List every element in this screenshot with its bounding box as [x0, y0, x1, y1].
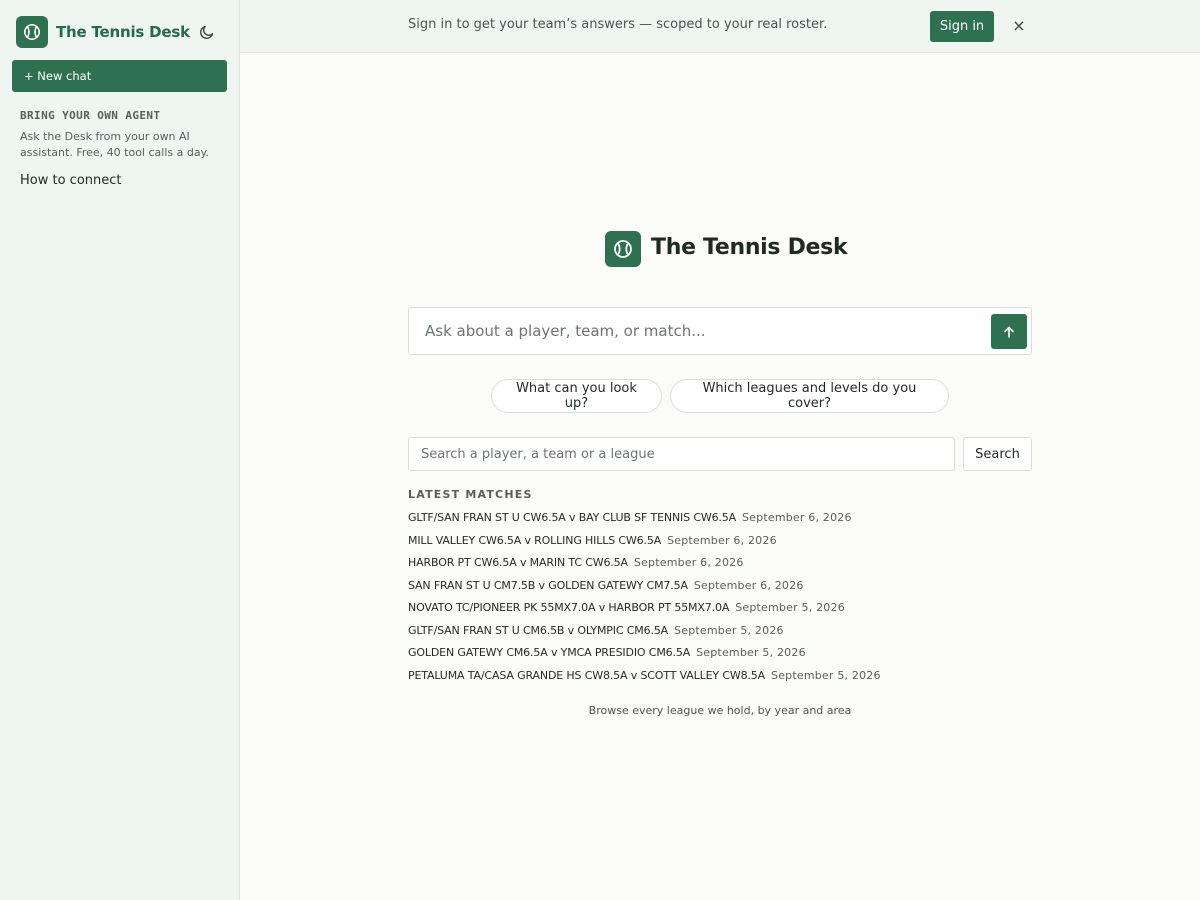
search-input[interactable]: [408, 437, 955, 471]
match-date: September 5, 2026: [771, 668, 881, 682]
moon-icon[interactable]: [198, 23, 216, 41]
agent-section-description: Ask the Desk from your own AI assistant.…: [20, 130, 210, 159]
sidebar-brand[interactable]: The Tennis Desk: [16, 16, 224, 48]
how-to-connect-link[interactable]: How to connect: [20, 173, 122, 188]
banner-text: Sign in to get your team’s answers — sco…: [408, 17, 828, 32]
match-date: September 6, 2026: [667, 533, 777, 547]
latest-matches-list: GLTF/SAN FRAN ST U CW6.5A v BAY CLUB SF …: [408, 505, 1032, 685]
sidebar: The Tennis Desk + New chat BRING YOUR OW…: [0, 0, 240, 900]
match-item[interactable]: NOVATO TC/PIONEER PK 55MX7.0A v HARBOR P…: [408, 595, 1032, 618]
brand-name: The Tennis Desk: [56, 23, 190, 41]
search-button[interactable]: Search: [963, 437, 1032, 471]
new-chat-button[interactable]: + New chat: [12, 60, 227, 92]
agent-section-title: BRING YOUR OWN AGENT: [20, 109, 161, 122]
match-name: GOLDEN GATEWY CM6.5A v YMCA PRESIDIO CM6…: [408, 646, 691, 659]
match-name: GLTF/SAN FRAN ST U CM6.5B v OLYMPIC CM6.…: [408, 623, 669, 637]
match-date: September 6, 2026: [693, 578, 804, 592]
match-item[interactable]: GOLDEN GATEWY CM6.5A v YMCA PRESIDIO CM6…: [408, 640, 1032, 663]
match-date: September 6, 2026: [742, 511, 852, 524]
ask-box: [408, 307, 1032, 355]
ask-input[interactable]: [425, 308, 985, 354]
latest-matches-title: LATEST MATCHES: [408, 488, 533, 501]
match-item[interactable]: SAN FRAN ST U CM7.5B v GOLDEN GATEWY CM7…: [408, 573, 1032, 596]
match-item[interactable]: PETALUMA TA/CASA GRANDE HS CW8.5A v SCOT…: [408, 663, 1032, 686]
match-name: SAN FRAN ST U CM7.5B v GOLDEN GATEWY CM7…: [408, 578, 688, 592]
match-name: HARBOR PT CW6.5A v MARIN TC CW6.5A: [408, 556, 628, 569]
close-icon[interactable]: ×: [1011, 17, 1027, 35]
arrow-up-icon: [1004, 326, 1014, 338]
tennis-ball-icon: [605, 231, 641, 267]
suggestion-chip-lookup[interactable]: What can you look up?: [491, 379, 662, 413]
sign-in-button[interactable]: Sign in: [930, 11, 994, 42]
match-name: NOVATO TC/PIONEER PK 55MX7.0A v HARBOR P…: [408, 601, 730, 614]
match-name: MILL VALLEY CW6.5A v ROLLING HILLS CW6.5…: [408, 533, 662, 547]
match-date: September 5, 2026: [735, 601, 845, 614]
match-item[interactable]: GLTF/SAN FRAN ST U CM6.5B v OLYMPIC CM6.…: [408, 618, 1032, 641]
match-item[interactable]: HARBOR PT CW6.5A v MARIN TC CW6.5A Septem…: [408, 550, 1032, 573]
match-name: GLTF/SAN FRAN ST U CW6.5A v BAY CLUB SF …: [408, 511, 736, 524]
send-button[interactable]: [991, 314, 1027, 349]
suggestion-chip-leagues[interactable]: Which leagues and levels do you cover?: [670, 379, 949, 413]
page-title: The Tennis Desk: [651, 235, 848, 260]
tennis-ball-icon: [16, 16, 48, 48]
match-date: September 6, 2026: [633, 556, 744, 569]
signin-banner: Sign in to get your team’s answers — sco…: [240, 0, 1200, 53]
match-item[interactable]: MILL VALLEY CW6.5A v ROLLING HILLS CW6.5…: [408, 528, 1032, 551]
match-date: September 5, 2026: [696, 646, 806, 659]
match-name: PETALUMA TA/CASA GRANDE HS CW8.5A v SCOT…: [408, 668, 766, 682]
match-date: September 5, 2026: [674, 623, 784, 637]
match-item[interactable]: GLTF/SAN FRAN ST U CW6.5A v BAY CLUB SF …: [408, 505, 1032, 528]
browse-leagues-link[interactable]: Browse every league we hold, by year and…: [408, 704, 1032, 717]
